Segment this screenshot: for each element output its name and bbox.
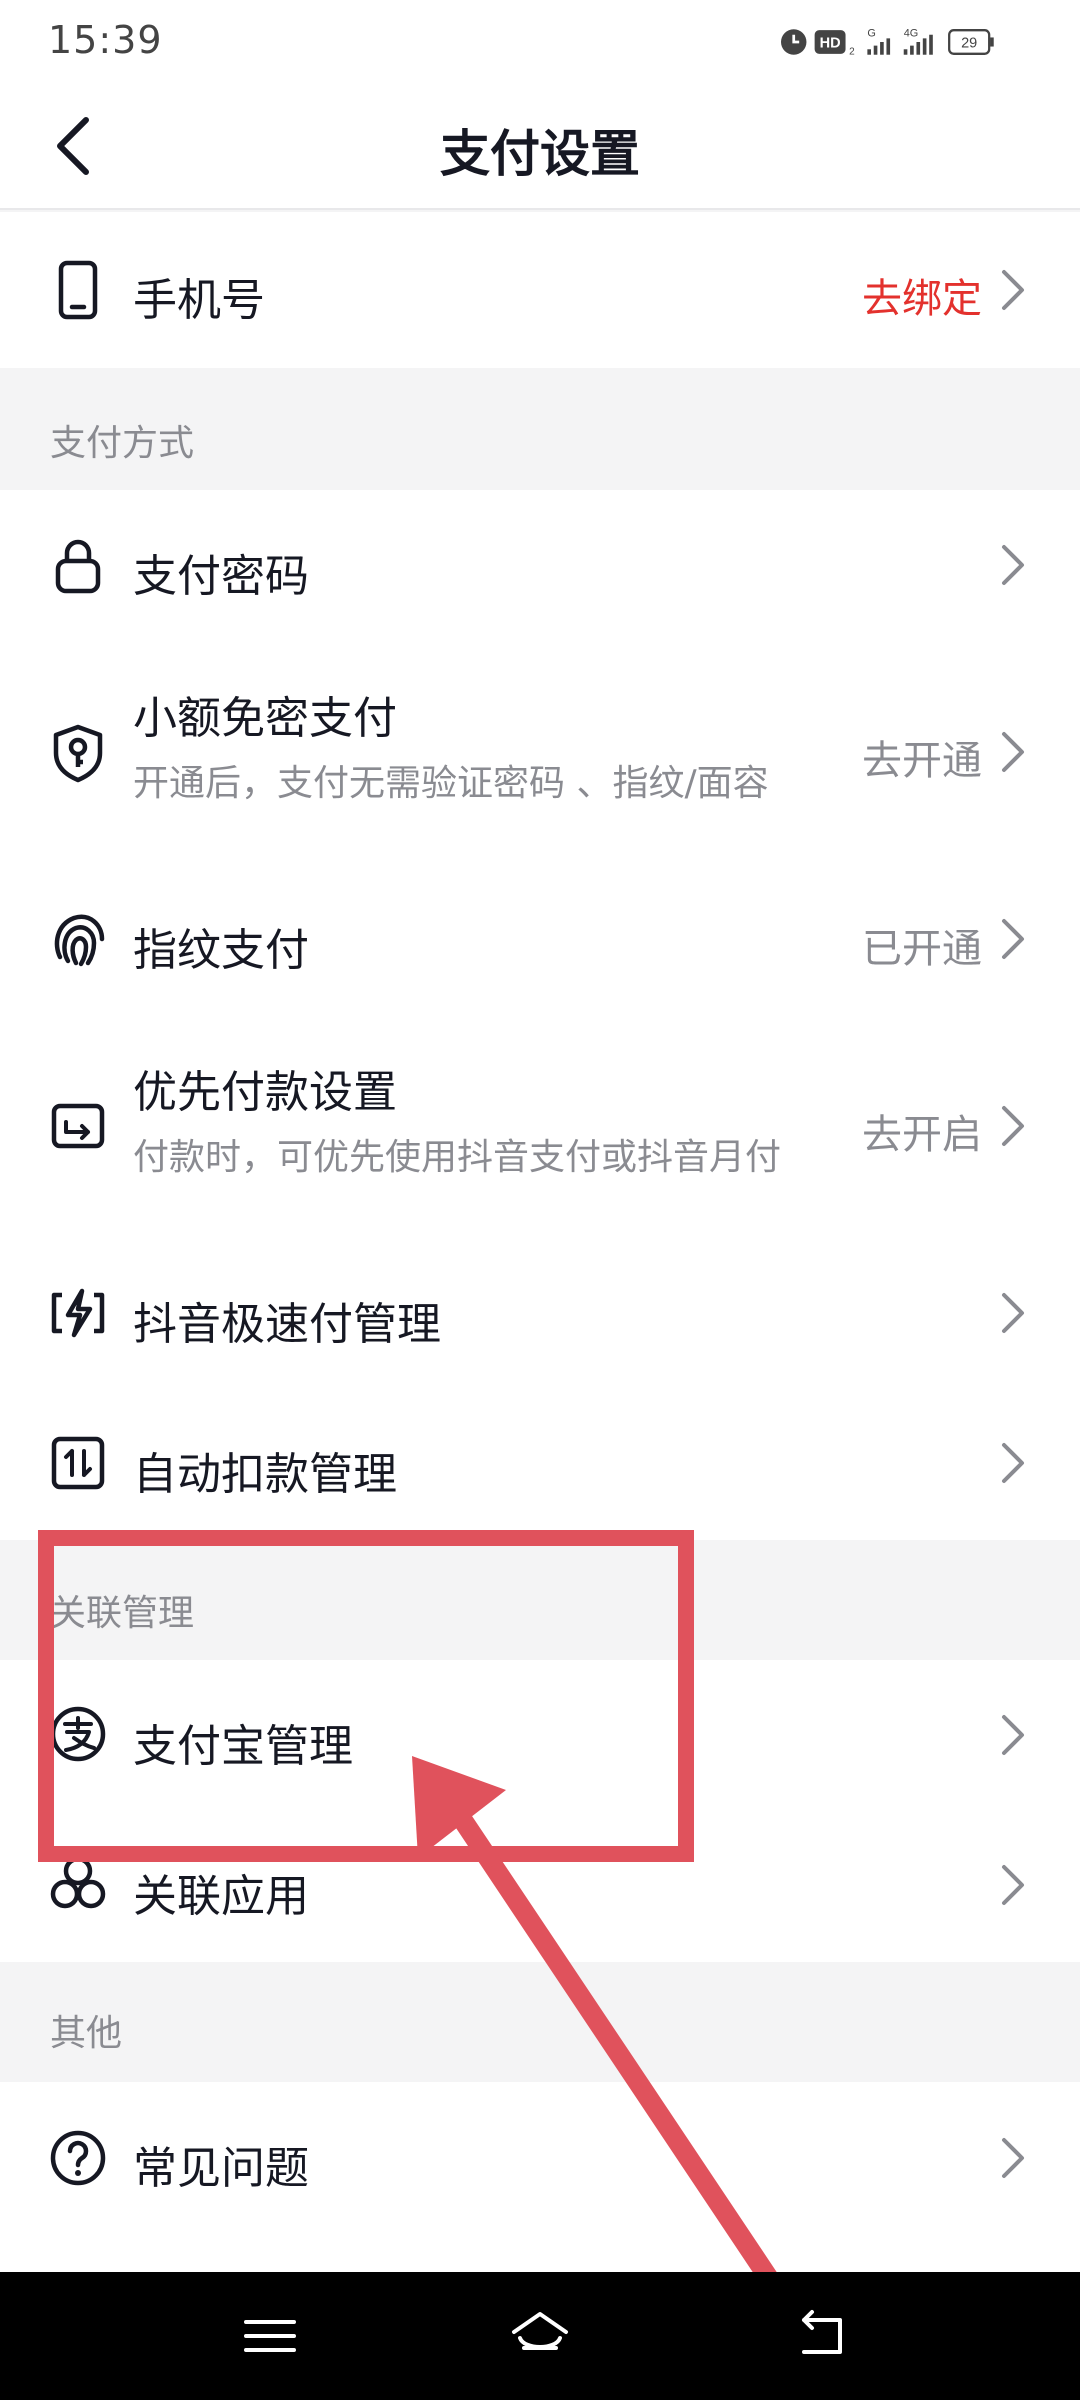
chevron-right-icon xyxy=(1002,1443,1024,1483)
row-label: 关联应用 xyxy=(133,1871,309,1922)
list-item-faq[interactable]: 常见问题 xyxy=(0,2082,1080,2272)
section-label-linked-management: 关联管理 xyxy=(50,1593,195,1634)
list-item-alipay-management[interactable]: 支付宝管理 xyxy=(0,1660,1080,1810)
payment-methods-list: 支付密码 小额免密支付 开通后，支付无需验证密码 、指纹/面容 去开通 指纹支付… xyxy=(0,490,1080,1540)
chevron-right-icon xyxy=(1002,732,1024,772)
priority-card-icon xyxy=(51,1103,105,1149)
page-title: 支付设置 xyxy=(440,125,640,183)
lock-icon xyxy=(55,539,101,594)
row-label: 常见问题 xyxy=(133,2143,309,2194)
menu-icon[interactable] xyxy=(236,2302,304,2370)
row-subtitle: 开通后，支付无需验证密码 、指纹/面容 xyxy=(133,763,769,804)
return-icon[interactable] xyxy=(790,2302,858,2370)
question-icon xyxy=(50,2130,106,2186)
chevron-right-icon xyxy=(1002,1715,1024,1755)
chevron-right-icon xyxy=(1002,270,1024,310)
fingerprint-icon xyxy=(54,914,105,967)
section-label-other: 其他 xyxy=(50,2013,123,2054)
linked-management-list: 支付宝管理 关联应用 xyxy=(0,1660,1080,1962)
status-time: 15:39 xyxy=(48,18,163,62)
section-label-payment-methods: 支付方式 xyxy=(50,423,195,464)
svg-text:HD: HD xyxy=(820,35,841,51)
phone-number-row[interactable]: 手机号 去绑定 xyxy=(0,212,1080,368)
status-bar: 15:39 HD 2 G 4G 29 xyxy=(0,0,1080,82)
list-item-linked-apps[interactable]: 关联应用 xyxy=(0,1810,1080,1962)
row-label: 抖音极速付管理 xyxy=(133,1299,441,1350)
status-icons: HD 2 G 4G 29 xyxy=(781,28,994,58)
lightning-card-icon xyxy=(51,1288,105,1338)
home-icon[interactable] xyxy=(506,2302,574,2370)
phone-icon xyxy=(58,260,98,320)
row-status: 去开启 xyxy=(862,1112,982,1158)
row-label: 指纹支付 xyxy=(133,925,309,976)
chevron-right-icon xyxy=(1002,545,1024,585)
chevron-right-icon xyxy=(1002,1865,1024,1905)
system-navigation-bar xyxy=(0,2272,1080,2400)
linked-apps-icon xyxy=(50,1856,106,1909)
row-label: 支付宝管理 xyxy=(133,1721,353,1772)
row-subtitle: 付款时，可优先使用抖音支付或抖音月付 xyxy=(133,1137,782,1178)
list-item-douyin-express-pay[interactable]: 抖音极速付管理 xyxy=(0,1238,1080,1388)
svg-text:G: G xyxy=(867,28,875,40)
svg-text:2: 2 xyxy=(849,47,855,58)
svg-text:4G: 4G xyxy=(904,28,919,40)
payment-settings-page: 15:39 HD 2 G 4G 29 支付设置 手机号 去绑定 支付方式 支付密… xyxy=(0,0,1080,2400)
top-app-bar: 支付设置 xyxy=(0,82,1080,210)
row-status: 去开通 xyxy=(862,738,982,784)
row-status: 已开通 xyxy=(862,926,982,972)
list-item-auto-deduction[interactable]: 自动扣款管理 xyxy=(0,1388,1080,1538)
row-label: 小额免密支付 xyxy=(133,693,397,744)
auto-deduct-icon xyxy=(51,1436,105,1490)
list-item-payment-password[interactable]: 支付密码 xyxy=(0,490,1080,640)
chevron-right-icon xyxy=(1002,1106,1024,1146)
list-item-fingerprint-payment[interactable]: 指纹支付 已开通 xyxy=(0,864,1080,1014)
svg-text:29: 29 xyxy=(961,35,977,51)
chevron-right-icon xyxy=(1002,2138,1024,2178)
hd-icon: HD 2 xyxy=(814,30,855,58)
row-label: 支付密码 xyxy=(133,551,309,602)
row-label: 优先付款设置 xyxy=(133,1067,397,1118)
alarm-icon xyxy=(781,29,807,55)
list-item-small-amount-password-free[interactable]: 小额免密支付 开通后，支付无需验证密码 、指纹/面容 去开通 xyxy=(0,640,1080,864)
signal-4g-icon: 4G xyxy=(903,28,933,55)
alipay-icon xyxy=(50,1706,106,1762)
chevron-right-icon xyxy=(1002,1293,1024,1333)
bind-status: 去绑定 xyxy=(862,276,982,322)
list-item-priority-payment[interactable]: 优先付款设置 付款时，可优先使用抖音支付或抖音月付 去开启 xyxy=(0,1014,1080,1238)
row-label: 手机号 xyxy=(133,275,265,326)
signal-g-icon: G xyxy=(867,28,891,55)
shield-key-icon xyxy=(53,724,103,783)
row-label: 自动扣款管理 xyxy=(133,1449,397,1500)
chevron-right-icon xyxy=(1002,919,1024,959)
battery-icon: 29 xyxy=(948,29,994,55)
